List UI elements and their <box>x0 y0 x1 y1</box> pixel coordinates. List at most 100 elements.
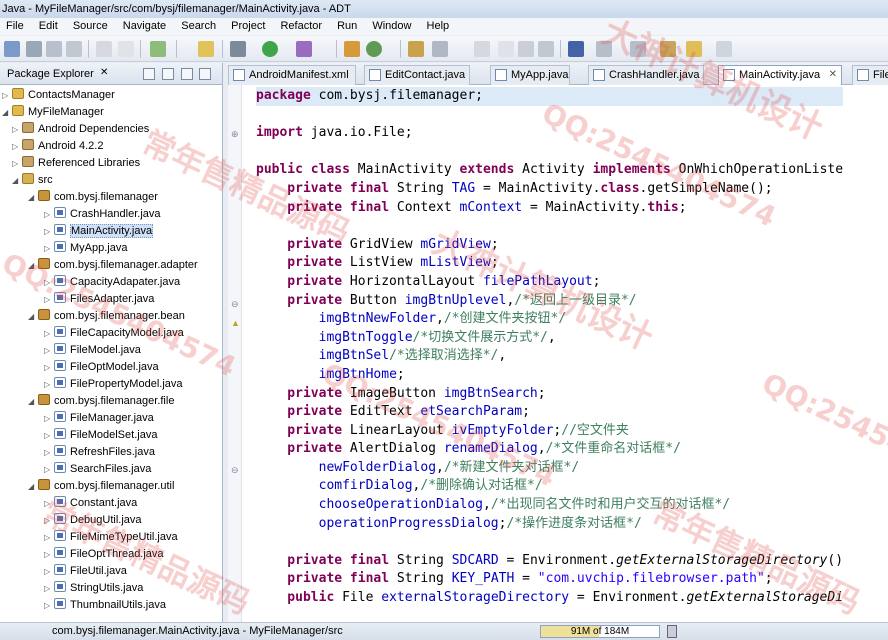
code-line[interactable]: private HorizontalLayout filePathLayout; <box>256 273 843 292</box>
view-menu-icon[interactable] <box>181 68 193 80</box>
close-icon[interactable]: ✕ <box>829 66 837 84</box>
tree-item[interactable]: ▷ FileOptThread.java <box>44 546 164 563</box>
tree-item[interactable]: ▷ FilePropertyModel.java <box>44 376 183 393</box>
code-line[interactable]: imgBtnToggle/*切换文件展示方式*/, <box>256 329 843 348</box>
code-line[interactable]: private Button imgBtnUplevel,/*返回上一级目录*/ <box>256 292 843 311</box>
fold-icon[interactable]: ⊖ <box>231 299 239 310</box>
tree-item[interactable]: ▷ Android Dependencies <box>12 121 149 138</box>
tree-item[interactable]: ◢ com.bysj.filemanager.file <box>28 393 174 410</box>
code-line[interactable]: private ImageButton imgBtnSearch; <box>256 385 843 404</box>
collapse-all-icon[interactable] <box>143 68 155 80</box>
tab-crash-handler[interactable]: CrashHandler.java <box>588 65 704 85</box>
menu-source[interactable]: Source <box>67 18 114 35</box>
pin-icon[interactable] <box>568 41 584 57</box>
tree-item[interactable]: ▷ FileManager.java <box>44 410 154 427</box>
menu-help[interactable]: Help <box>421 18 456 35</box>
heap-status[interactable]: 91M of 184M <box>540 625 660 638</box>
menu-window[interactable]: Window <box>366 18 417 35</box>
close-icon[interactable]: ✕ <box>100 67 108 78</box>
code-line[interactable] <box>256 143 843 162</box>
menu-edit[interactable]: Edit <box>33 18 64 35</box>
code-line[interactable] <box>256 106 843 125</box>
menu-project[interactable]: Project <box>225 18 271 35</box>
tree-item[interactable]: ▷ FileMimeTypeUtil.java <box>44 529 178 546</box>
tree-item[interactable]: ▷ Referenced Libraries <box>12 155 140 172</box>
tree-item[interactable]: ◢ com.bysj.filemanager.util <box>28 478 174 495</box>
toggle-mark-icon[interactable] <box>474 41 490 57</box>
trash-icon[interactable] <box>667 625 677 638</box>
code-line[interactable]: private final String TAG = MainActivity.… <box>256 180 843 199</box>
menu-refactor[interactable]: Refactor <box>274 18 328 35</box>
code-line[interactable]: private AlertDialog renameDialog,/*文件重命名… <box>256 440 843 459</box>
code-line[interactable]: private EditText etSearchParam; <box>256 403 843 422</box>
show-whitespace-icon[interactable] <box>518 41 534 57</box>
code-line[interactable]: imgBtnSel/*选择取消选择*/, <box>256 347 843 366</box>
external-tools-icon[interactable] <box>296 41 312 57</box>
code-line[interactable]: private GridView mGridView; <box>256 236 843 255</box>
next-annotation-icon[interactable] <box>596 41 612 57</box>
code-line[interactable]: private final String SDCARD = Environmen… <box>256 552 843 571</box>
previous-annotation-icon[interactable] <box>630 41 646 57</box>
code-line[interactable] <box>256 217 843 236</box>
tree-item[interactable]: ▷ CrashHandler.java <box>44 206 161 223</box>
new-icon[interactable] <box>4 41 20 57</box>
code-line[interactable]: public File externalStorageDirectory = E… <box>256 589 843 608</box>
search-icon[interactable] <box>432 41 448 57</box>
tree-item[interactable]: ▷ FilesAdapter.java <box>44 291 154 308</box>
link-editor-icon[interactable] <box>162 68 174 80</box>
source-code[interactable]: package com.bysj.filemanager; import java… <box>256 87 844 608</box>
tree-item[interactable]: ▷ FileModel.java <box>44 342 141 359</box>
new-java-class-icon[interactable] <box>366 41 382 57</box>
sdk-icon[interactable] <box>118 41 134 57</box>
back-icon[interactable] <box>686 41 702 57</box>
android-project-icon[interactable] <box>198 41 214 57</box>
tree-item[interactable]: ◢ MyFileManager <box>2 104 104 121</box>
menu-search[interactable]: Search <box>175 18 222 35</box>
code-line[interactable] <box>256 533 843 552</box>
code-line[interactable]: private final String KEY_PATH = "com.uvc… <box>256 570 843 589</box>
code-line[interactable]: imgBtnNewFolder,/*创建文件夹按钮*/ <box>256 310 843 329</box>
code-line[interactable]: imgBtnHome; <box>256 366 843 385</box>
tree-item[interactable]: ▷ SearchFiles.java <box>44 461 151 478</box>
code-line[interactable]: import java.io.File; <box>256 124 843 143</box>
tree-item[interactable]: ▷ FileOptModel.java <box>44 359 159 376</box>
tree-item[interactable]: ▷ FileCapacityModel.java <box>44 325 184 342</box>
tree-item[interactable]: ◢ src <box>12 172 53 189</box>
tree-item[interactable]: ▷ RefreshFiles.java <box>44 444 155 461</box>
code-line[interactable]: private LinearLayout ivEmptyFolder;//空文件… <box>256 422 843 441</box>
run-icon[interactable] <box>262 41 278 57</box>
tree-item[interactable]: ▷ Constant.java <box>44 495 137 512</box>
print-icon[interactable] <box>66 41 82 57</box>
avd-icon[interactable] <box>96 41 112 57</box>
minimize-icon[interactable] <box>199 68 211 80</box>
code-line[interactable]: public class MainActivity extends Activi… <box>256 161 843 180</box>
debug-icon[interactable] <box>230 41 246 57</box>
tree-item[interactable]: ▷ CapacityAdapater.java <box>44 274 180 291</box>
last-edit-icon[interactable] <box>660 41 676 57</box>
open-type-icon[interactable] <box>408 41 424 57</box>
tree-item[interactable]: ▷ ContactsManager <box>2 87 115 104</box>
code-line[interactable]: chooseOperationDialog,/*出现同名文件时和用户交互的对话框… <box>256 496 843 515</box>
tree-item[interactable]: ▷ MainActivity.java <box>44 223 154 240</box>
block-selection-icon[interactable] <box>498 41 514 57</box>
menu-navigate[interactable]: Navigate <box>117 18 172 35</box>
save-icon[interactable] <box>26 41 42 57</box>
tab-android-manifest[interactable]: AndroidManifest.xml <box>228 65 356 85</box>
tree-item[interactable]: ▷ FileUtil.java <box>44 563 127 580</box>
tree-item[interactable]: ▷ DebugUtil.java <box>44 512 142 529</box>
fold-icon[interactable]: ⊕ <box>231 129 239 140</box>
tree-item[interactable]: ▷ MyApp.java <box>44 240 127 257</box>
code-line[interactable]: operationProgressDialog;/*操作进度条对话框*/ <box>256 515 843 534</box>
tab-file[interactable]: File <box>852 65 888 85</box>
menu-file[interactable]: File <box>0 18 30 35</box>
tree-item[interactable]: ▷ Android 4.2.2 <box>12 138 103 155</box>
lint-check-icon[interactable] <box>150 41 166 57</box>
tree-item[interactable]: ◢ com.bysj.filemanager.bean <box>28 308 185 325</box>
package-explorer-tab[interactable]: Package Explorer ✕ <box>0 63 222 85</box>
code-line[interactable]: package com.bysj.filemanager; <box>256 87 844 106</box>
fold-icon[interactable]: ⊖ <box>231 465 239 476</box>
tab-my-app[interactable]: MyApp.java <box>490 65 570 85</box>
tab-main-activity[interactable]: MainActivity.java ✕ <box>718 65 842 85</box>
tree-item[interactable]: ▷ StringUtils.java <box>44 580 143 597</box>
menu-run[interactable]: Run <box>331 18 363 35</box>
